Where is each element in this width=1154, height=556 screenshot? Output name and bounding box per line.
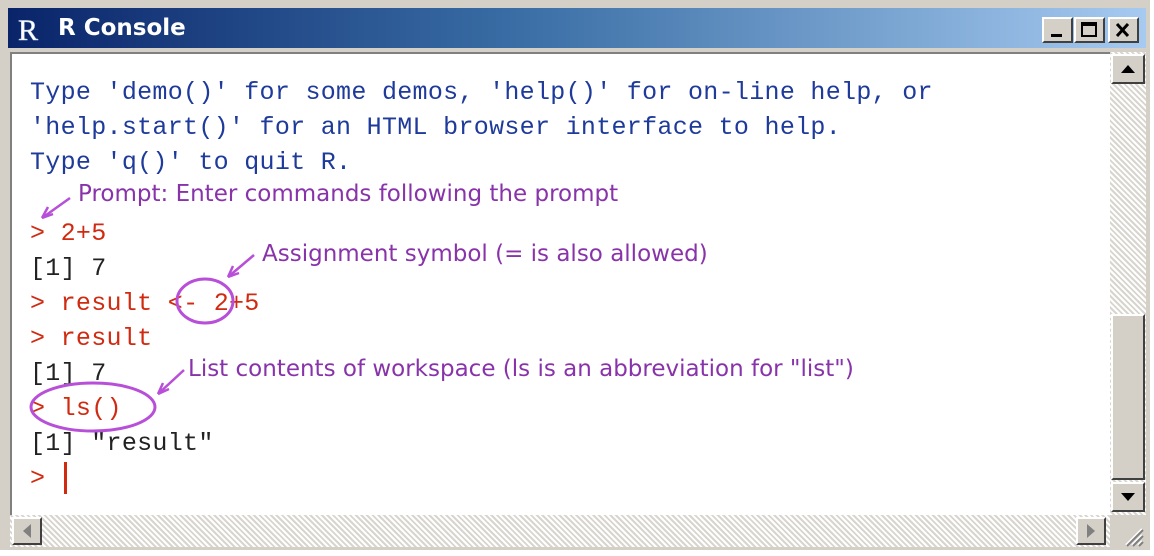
output-line-1: [1] 7 xyxy=(30,254,107,283)
r-console-window: R R Console Type 'demo()' for some demos… xyxy=(0,0,1150,550)
scroll-right-button[interactable] xyxy=(1076,517,1106,545)
output-line-3: [1] 7 xyxy=(30,359,107,388)
title-bar[interactable]: R R Console xyxy=(8,8,1146,48)
horizontal-scrollbar[interactable] xyxy=(10,515,1110,547)
vertical-scroll-thumb[interactable] xyxy=(1111,314,1145,480)
intro-line-2: 'help.start()' for an HTML browser inter… xyxy=(30,113,842,142)
svg-text:R: R xyxy=(18,14,38,44)
scroll-up-button[interactable] xyxy=(1111,54,1145,84)
command-line-3: > result xyxy=(30,324,152,353)
command-line-2: > result <- 2+5 xyxy=(30,289,260,318)
prompt-symbol: > xyxy=(30,219,46,248)
text-cursor xyxy=(64,462,67,494)
assignment-operator: <- xyxy=(167,289,199,318)
command-text: result xyxy=(60,324,153,353)
maximize-icon xyxy=(1081,22,1097,37)
resize-grip-icon[interactable] xyxy=(1112,517,1146,547)
input-prompt-line: > xyxy=(30,464,45,493)
scroll-left-icon xyxy=(23,524,31,538)
scroll-right-icon xyxy=(1087,524,1095,538)
window-title: R Console xyxy=(58,15,186,41)
scroll-down-button[interactable] xyxy=(1111,482,1145,512)
minimize-button[interactable] xyxy=(1042,17,1073,43)
maximize-button[interactable] xyxy=(1074,17,1105,43)
prompt-symbol: > xyxy=(30,289,46,318)
command-text: 2+5 xyxy=(213,289,260,318)
intro-line-1: Type 'demo()' for some demos, 'help()' f… xyxy=(30,78,933,107)
vertical-scrollbar[interactable] xyxy=(1110,52,1146,515)
close-icon xyxy=(1115,22,1130,38)
r-logo-icon: R xyxy=(18,14,39,44)
command-text: 2+5 xyxy=(60,219,107,248)
ls-annotation: List contents of workspace (ls is an abb… xyxy=(188,356,854,382)
scroll-left-button[interactable] xyxy=(12,517,42,545)
prompt-symbol: > xyxy=(30,394,46,423)
minimize-icon xyxy=(1051,34,1062,37)
prompt-symbol: > xyxy=(30,464,46,493)
assignment-annotation: Assignment symbol (= is also allowed) xyxy=(262,241,708,267)
command-text: ls() xyxy=(60,394,122,423)
intro-line-3: Type 'q()' to quit R. xyxy=(30,148,352,177)
scroll-up-icon xyxy=(1121,65,1135,73)
console-output[interactable]: Type 'demo()' for some demos, 'help()' f… xyxy=(10,52,1110,515)
command-line-1: > 2+5 xyxy=(30,219,107,248)
close-button[interactable] xyxy=(1108,17,1139,43)
scroll-down-icon xyxy=(1121,493,1135,501)
command-text: result xyxy=(60,289,153,318)
prompt-symbol: > xyxy=(30,324,46,353)
command-line-4: > ls() xyxy=(30,394,122,423)
prompt-annotation: Prompt: Enter commands following the pro… xyxy=(78,181,619,207)
output-line-4: [1] "result" xyxy=(30,429,214,458)
